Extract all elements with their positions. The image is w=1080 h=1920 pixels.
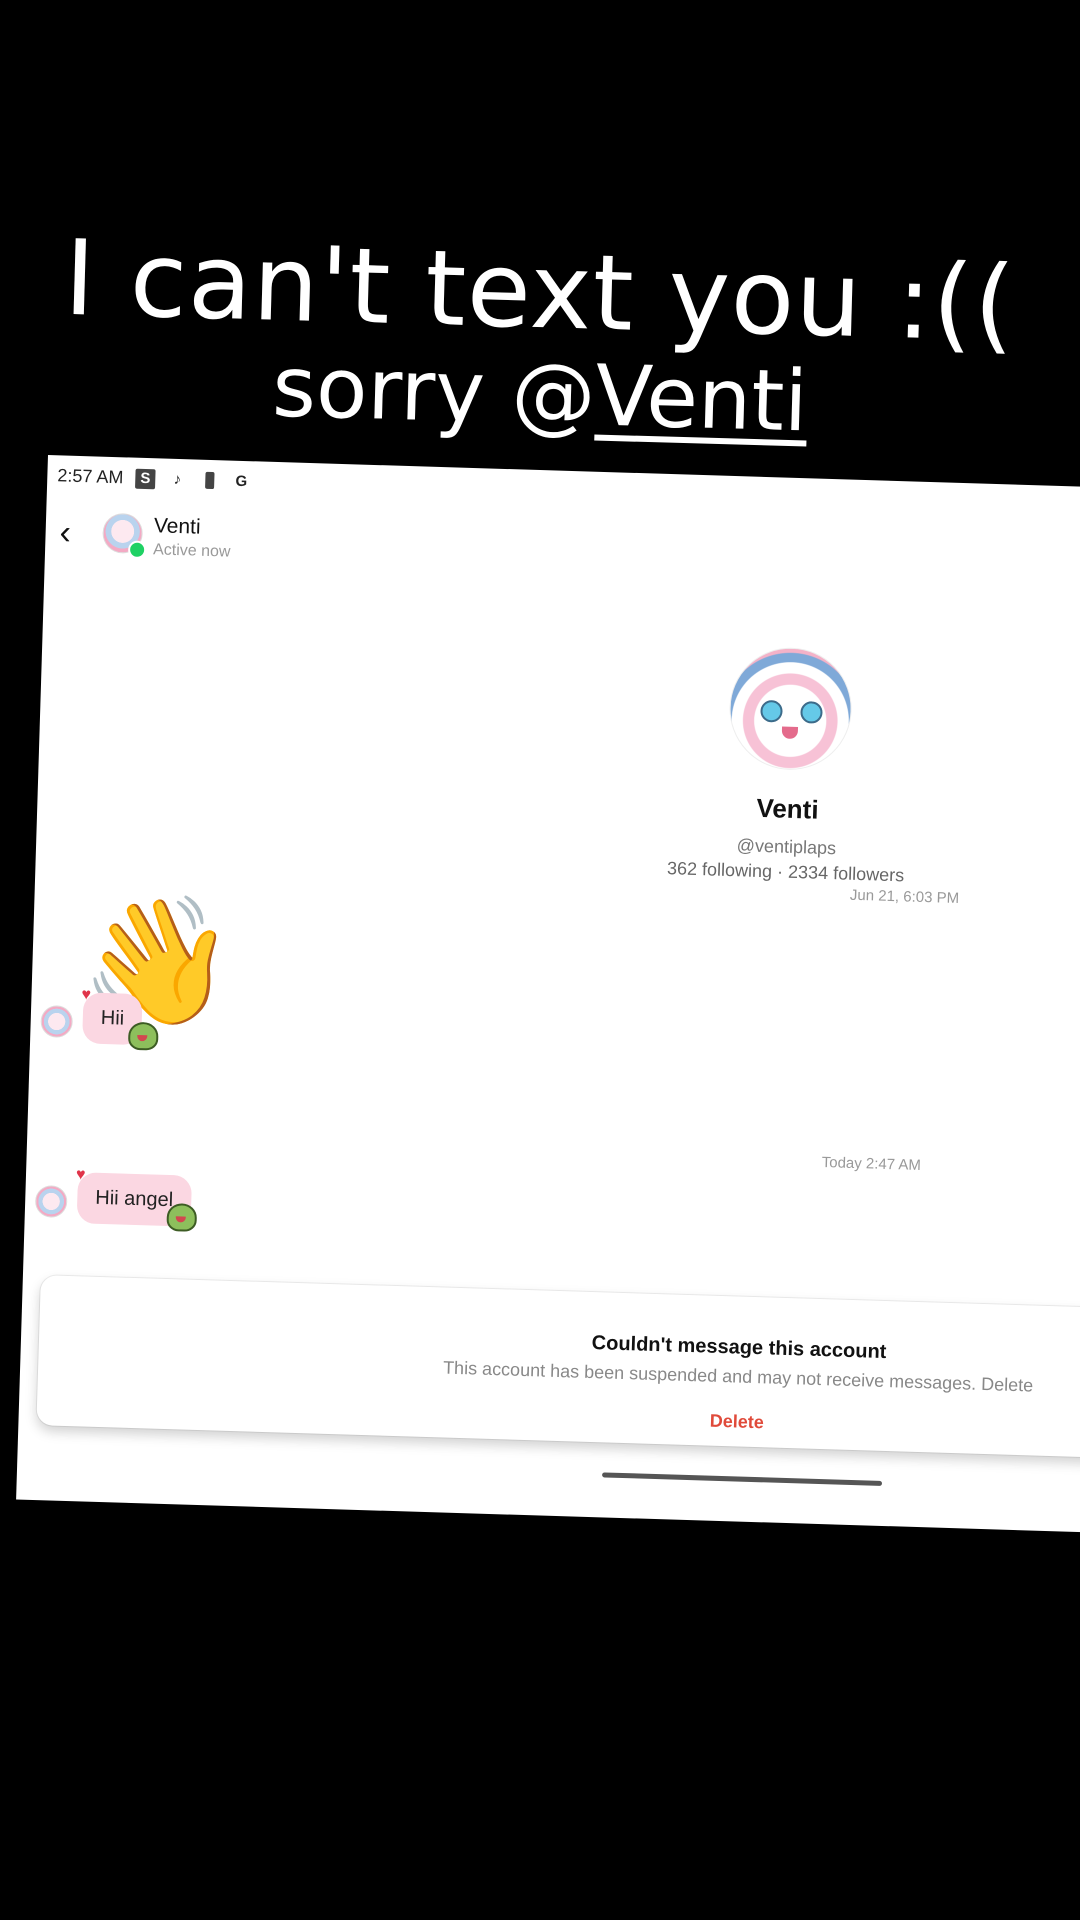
profile-avatar[interactable] [727, 645, 854, 772]
chat-header: ‹ Venti Active now [45, 505, 1080, 599]
avatar-eye-left [760, 699, 783, 723]
frog-sticker-icon [166, 1202, 198, 1232]
online-status-dot [127, 540, 147, 560]
google-icon: G [235, 472, 248, 491]
message-timestamp: Today 2:47 AM [821, 1153, 922, 1174]
chat-contact-status: Active now [152, 541, 231, 561]
tiktok-icon: ♪ [173, 470, 182, 489]
profile-stats: 362 following · 2334 followers [666, 858, 905, 886]
status-time: 2:57 AM [57, 465, 124, 488]
chat-contact-name[interactable]: Venti [154, 514, 201, 539]
s-app-icon: S [135, 468, 156, 489]
delete-button[interactable]: Delete [37, 1390, 1080, 1454]
frog-sticker-icon [127, 1021, 159, 1051]
caption-mention: Venti [594, 346, 809, 451]
message-avatar[interactable] [40, 1005, 74, 1039]
profile-card: Venti @ventiplaps 362 following · 2334 f… [635, 643, 942, 887]
back-arrow-icon[interactable]: ‹ [59, 513, 90, 552]
profile-name[interactable]: Venti [637, 789, 938, 829]
avatar-mouth [781, 726, 799, 740]
battery-icon [199, 470, 220, 491]
message-timestamp: Jun 21, 6:03 PM [849, 886, 960, 908]
message-avatar[interactable] [34, 1184, 68, 1218]
status-bar: 2:57 AM S ♪ G [57, 465, 252, 492]
avatar-eye-right [800, 701, 823, 724]
caption-prefix: sorry @ [271, 337, 597, 445]
phone-screenshot: 2:57 AM S ♪ G ‹ Venti Active now Venti @… [16, 455, 1080, 1534]
suspended-account-notice: Couldn't message this account This accou… [36, 1275, 1080, 1460]
home-indicator[interactable] [602, 1472, 883, 1486]
